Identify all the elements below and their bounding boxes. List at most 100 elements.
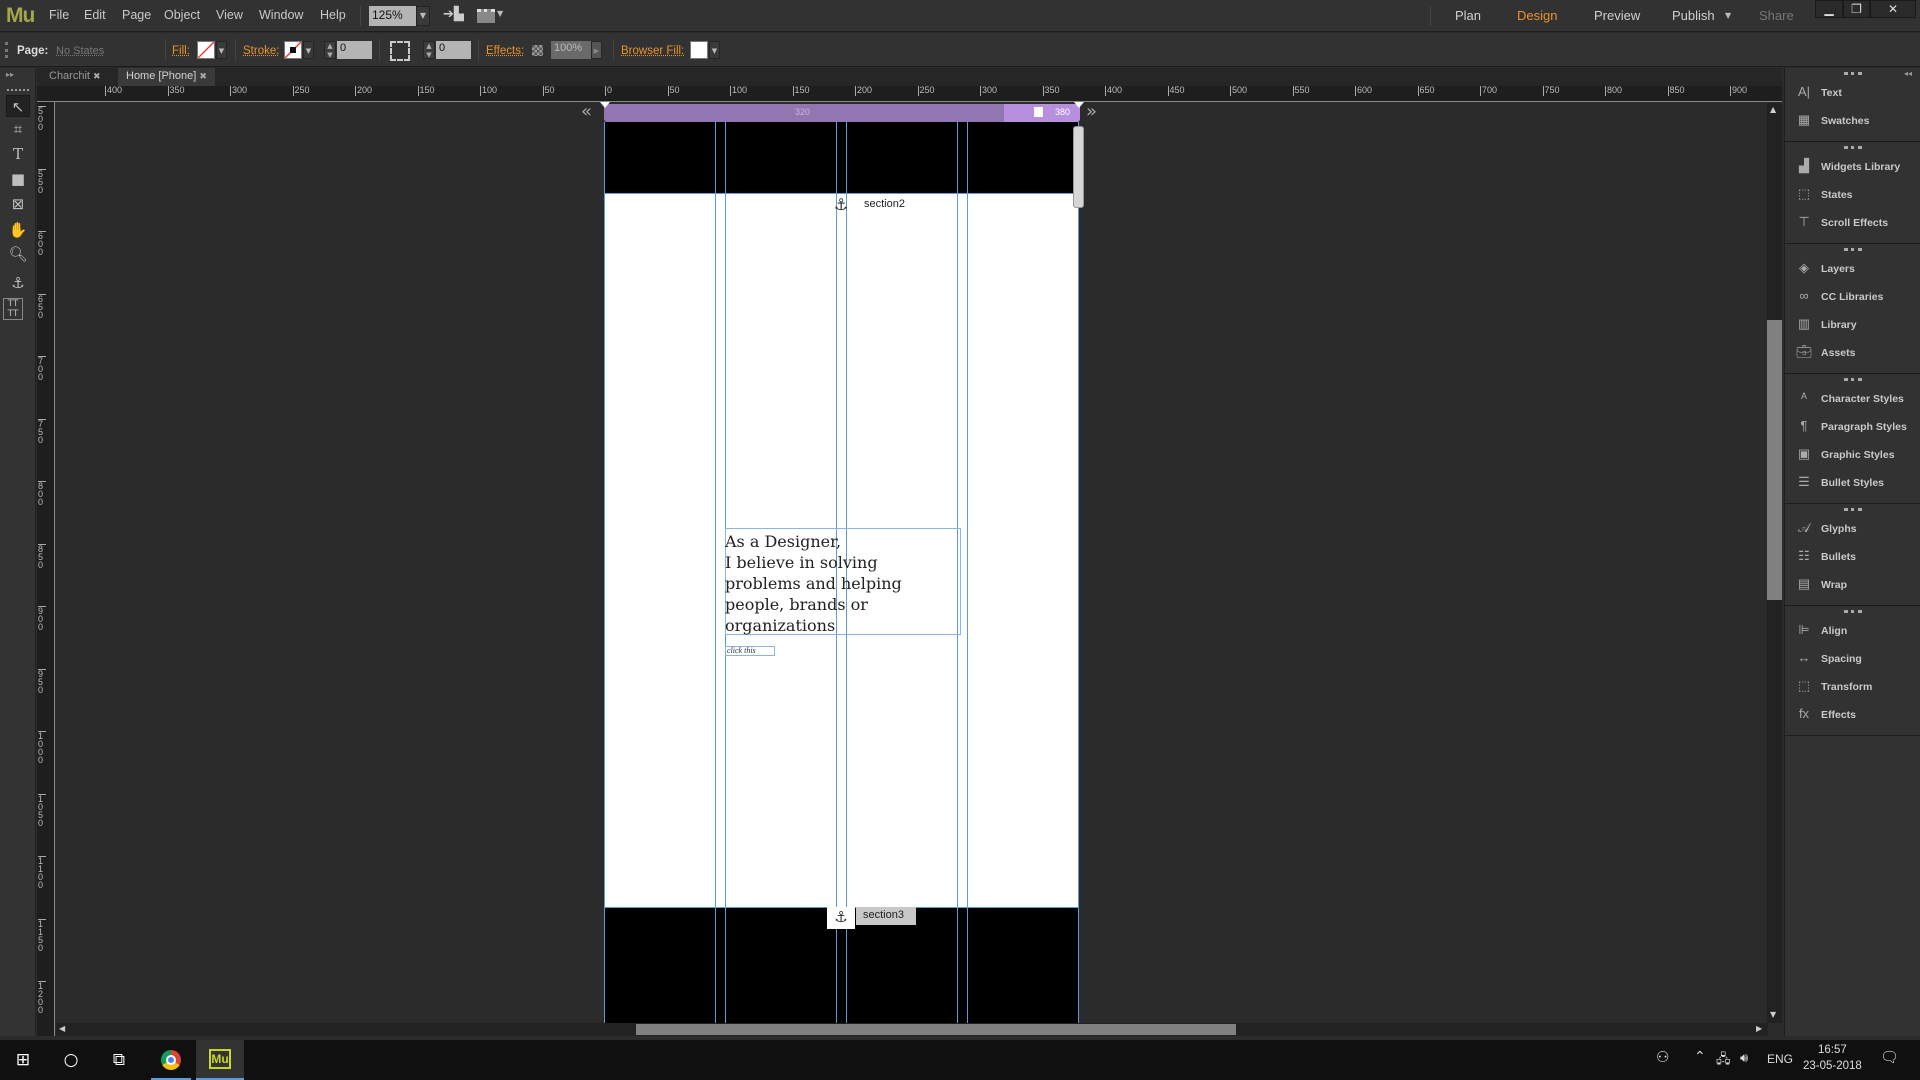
scroll-up-icon[interactable]: ▲	[1770, 105, 1776, 114]
anchor-tool-icon[interactable]: ⚓︎	[6, 272, 30, 294]
text-frame-tool-icon[interactable]: TT TT	[3, 298, 23, 320]
collapse-panel-icon[interactable]: ◂◂	[1904, 69, 1912, 78]
mode-plan[interactable]: Plan	[1455, 8, 1481, 23]
scroll-left-icon[interactable]: ◀	[59, 1024, 65, 1033]
panel-item-wrap[interactable]: ▤ Wrap	[1795, 574, 1847, 594]
fill-swatch[interactable]	[197, 41, 215, 59]
grip-icon[interactable]	[1844, 508, 1862, 511]
crop-tool-icon[interactable]: ⌗	[6, 118, 30, 140]
grip-icon[interactable]	[1844, 610, 1862, 613]
opacity-slider-icon[interactable]: ▶	[591, 41, 602, 59]
site-preview-icon[interactable]	[477, 9, 495, 23]
hand-tool-icon[interactable]: ✋	[6, 219, 30, 241]
breakpoint-handle-icon[interactable]	[1034, 107, 1043, 117]
clock-time[interactable]: 16:57	[1818, 1044, 1847, 1056]
minimize-icon[interactable]: ▁	[1815, 0, 1843, 18]
anchor-icon[interactable]: ⚓︎	[834, 195, 848, 214]
panel-item-library[interactable]: ▥ Library	[1795, 314, 1857, 334]
grip-icon[interactable]	[1844, 378, 1862, 381]
horizontal-scroll-thumb[interactable]	[636, 1024, 1236, 1035]
breakpoint-marker-icon[interactable]	[1074, 102, 1084, 108]
grip-icon[interactable]	[1844, 72, 1862, 75]
vertical-scroll-thumb[interactable]	[1767, 320, 1782, 600]
header-block[interactable]	[604, 122, 1079, 193]
horizontal-ruler[interactable]: 400 350 300 250 200 150 100 50 0 50 100 150 200 250 30…	[37, 86, 1782, 102]
rectangle-tool-icon[interactable]: ■	[6, 168, 30, 190]
tray-expand-icon[interactable]: ⌃	[1694, 1048, 1706, 1065]
stroke-width-input[interactable]: 0	[337, 41, 372, 59]
vertical-ruler[interactable]: 500 550 600 650 700 750 800 850 900 950 1000 1050 11…	[37, 102, 55, 1036]
expand-icon[interactable]: ▸▸	[6, 70, 14, 79]
menu-object[interactable]: Object	[164, 8, 200, 22]
clock-date[interactable]: 23-05-2018	[1803, 1060, 1862, 1072]
mode-preview[interactable]: Preview	[1594, 8, 1640, 23]
menu-view[interactable]: View	[216, 8, 243, 22]
next-breakpoint-icon[interactable]: »	[1086, 101, 1097, 122]
language-indicator[interactable]: ENG	[1767, 1052, 1793, 1066]
selection-tool-icon[interactable]: ↖	[6, 95, 30, 117]
panel-item-states[interactable]: ⬚ States	[1795, 184, 1853, 204]
prev-breakpoint-icon[interactable]: «	[581, 101, 592, 122]
panel-item-effects[interactable]: fx Effects	[1795, 704, 1856, 724]
fill-label[interactable]: Fill:	[172, 45, 190, 57]
anchor-icon[interactable]: ⚓︎	[827, 907, 855, 929]
heading-text[interactable]: As a Designer, I believe in solving prob…	[725, 531, 955, 636]
menu-edit[interactable]: Edit	[84, 8, 106, 22]
stroke-dropdown-icon[interactable]: ▼	[303, 41, 314, 59]
zoom-level-input[interactable]: 125%	[369, 6, 416, 26]
panel-item-spacing[interactable]: ↔ Spacing	[1795, 648, 1862, 668]
image-frame-tool-icon[interactable]: ⊠	[6, 193, 30, 215]
stroke-swatch[interactable]	[284, 41, 302, 59]
panel-item-character-styles[interactable]: ᴬ Character Styles	[1795, 388, 1904, 408]
panel-item-bullet-styles[interactable]: ☰ Bullet Styles	[1795, 472, 1884, 492]
panel-item-bullets[interactable]: ☷ Bullets	[1795, 546, 1856, 566]
people-icon[interactable]: ⚇	[1656, 1048, 1669, 1066]
action-center-icon[interactable]: 🗨︎	[1880, 1048, 1899, 1066]
click-this-link[interactable]: click this	[725, 646, 775, 656]
mode-design[interactable]: Design	[1517, 8, 1557, 23]
page-height-handle[interactable]	[1073, 126, 1084, 208]
text-tool-icon[interactable]: T	[6, 143, 30, 165]
chevron-down-icon[interactable]: ▼	[497, 9, 503, 18]
close-icon[interactable]: ✕	[1870, 0, 1916, 18]
panel-item-widgets-library[interactable]: ▟ Widgets Library	[1795, 156, 1900, 176]
cortana-icon[interactable]: ○	[48, 1040, 94, 1080]
effects-label[interactable]: Effects:	[486, 45, 524, 57]
scroll-down-icon[interactable]: ▼	[1770, 1010, 1776, 1019]
zoom-dropdown-icon[interactable]: ▼	[416, 6, 430, 26]
menu-page[interactable]: Page	[122, 8, 151, 22]
network-icon[interactable]: 🖧︎	[1716, 1050, 1731, 1072]
close-tab-icon[interactable]: ✖	[93, 71, 101, 81]
chrome-icon[interactable]	[151, 1040, 191, 1080]
publish-dropdown-icon[interactable]: ▼	[1725, 11, 1731, 20]
volume-icon[interactable]: 🔊︎	[1740, 1050, 1748, 1066]
panel-item-graphic-styles[interactable]: ▣ Graphic Styles	[1795, 444, 1895, 464]
task-view-icon[interactable]: ⧉	[96, 1040, 142, 1080]
fill-dropdown-icon[interactable]: ▼	[216, 41, 227, 59]
restore-icon[interactable]: ❐	[1843, 0, 1870, 18]
panel-item-paragraph-styles[interactable]: ¶ Paragraph Styles	[1795, 416, 1907, 436]
panel-item-align[interactable]: ⊫ Align	[1795, 620, 1847, 640]
panel-item-cc-libraries[interactable]: ∞ CC Libraries	[1795, 286, 1883, 306]
panel-item-text[interactable]: A| Text	[1795, 82, 1842, 102]
opacity-input[interactable]: 100%	[551, 41, 591, 59]
browser-fill-dropdown-icon[interactable]: ▼	[709, 41, 720, 59]
browser-fill-label[interactable]: Browser Fill:	[621, 45, 684, 57]
breakpoint-marker-icon[interactable]	[600, 102, 610, 108]
tab-charchit[interactable]: Charchit ✖	[41, 68, 109, 86]
menu-help[interactable]: Help	[320, 8, 346, 22]
grip-icon[interactable]	[1844, 248, 1862, 251]
panel-item-scroll-effects[interactable]: ⊤ Scroll Effects	[1795, 212, 1888, 232]
grip-icon[interactable]	[1844, 146, 1862, 149]
scroll-right-icon[interactable]: ▶	[1756, 1024, 1762, 1033]
page-states-dropdown[interactable]: No States	[56, 45, 104, 57]
stroke-width-stepper[interactable]: ▲ ▼	[324, 41, 336, 59]
corner-radius-stepper[interactable]: ▲ ▼	[423, 41, 435, 59]
browser-fill-swatch[interactable]	[690, 41, 708, 59]
windows-start-icon[interactable]: ⊞	[0, 1040, 46, 1080]
tab-home-phone[interactable]: Home [Phone] ✖	[118, 68, 215, 86]
panel-item-layers[interactable]: ◈ Layers	[1795, 258, 1855, 278]
panel-item-transform[interactable]: ⬚ Transform	[1795, 676, 1873, 696]
panel-item-glyphs[interactable]: 𝒜 Glyphs	[1795, 518, 1857, 538]
panel-item-assets[interactable]: 💼︎ Assets	[1795, 342, 1856, 362]
